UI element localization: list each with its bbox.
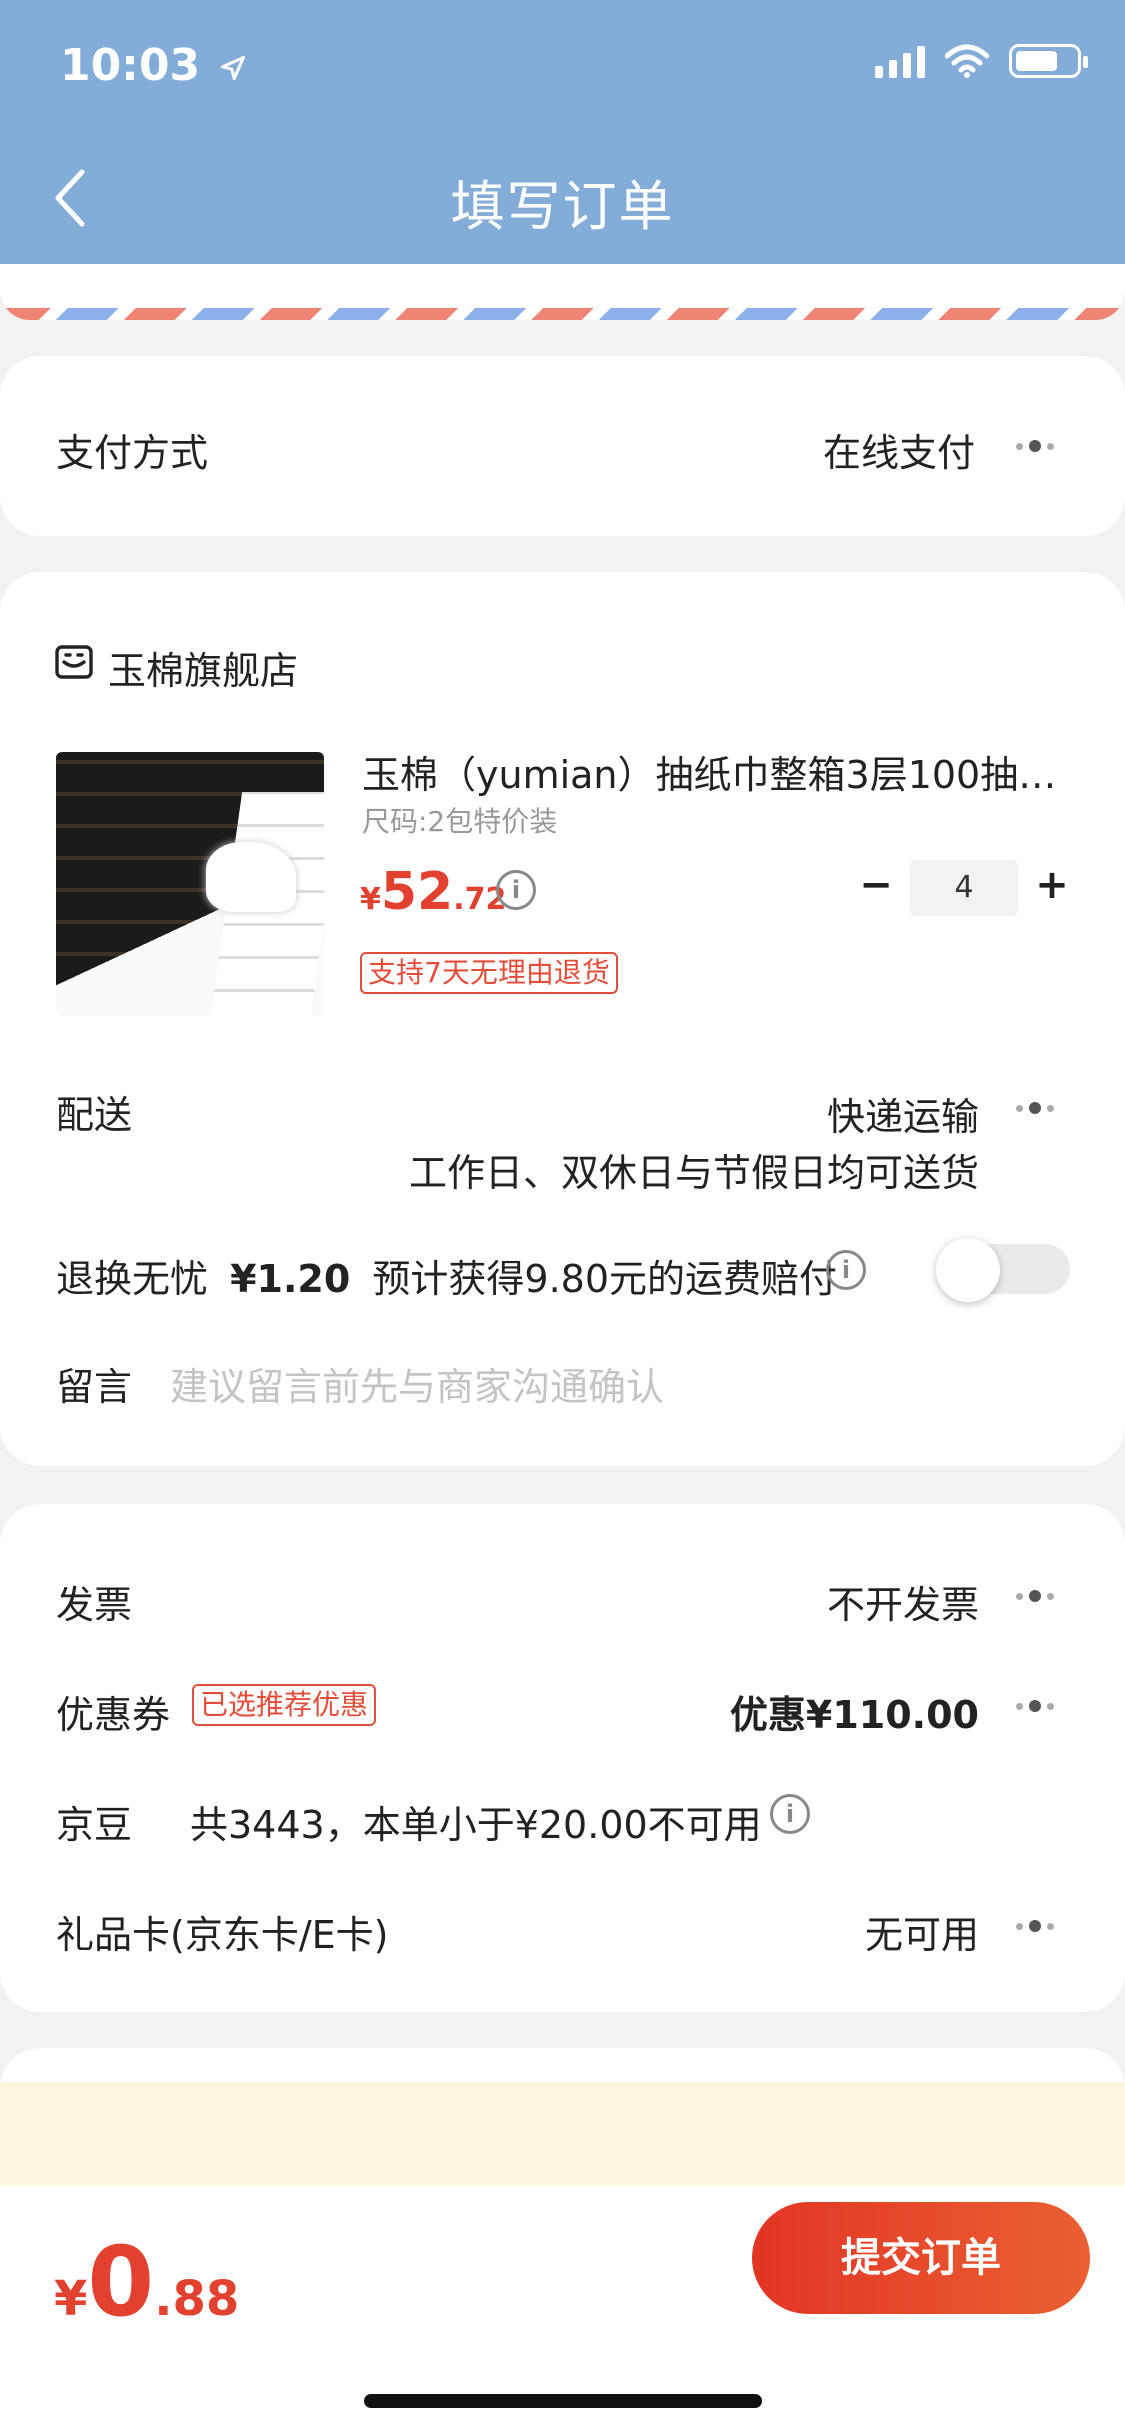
coupon-value[interactable]: 优惠¥110.00 (730, 1684, 979, 1739)
return-insurance-toggle[interactable] (936, 1238, 1070, 1302)
price-info-icon[interactable]: i (496, 870, 536, 910)
header: 10:03 填写订单 (0, 0, 1125, 264)
delivery-note: 工作日、双休日与节假日均可送货 (408, 1151, 979, 1195)
return-insurance-desc: 预计获得9.80元的运费赔付 (372, 1257, 838, 1301)
more-dots-icon[interactable] (1016, 1586, 1072, 1606)
coupon-tag: 已选推荐优惠 (192, 1684, 377, 1726)
shop-name[interactable]: 玉棉旗舰店 (108, 640, 298, 695)
status-time: 10:03 (60, 40, 247, 91)
payment-label: 支付方式 (56, 431, 209, 475)
quantity-plus-button[interactable]: + (1032, 862, 1072, 908)
shop-icon (55, 645, 93, 679)
product-spec: 尺码:2包特价装 (362, 805, 558, 838)
giftcard-value[interactable]: 无可用 (865, 1904, 979, 1959)
quantity-input[interactable]: 4 (910, 860, 1018, 916)
insurance-info-icon[interactable]: i (826, 1250, 866, 1290)
return-insurance-row: 退换无忧 ¥1.20 预计获得9.80元的运费赔付 (56, 1248, 837, 1303)
return-insurance-price: ¥1.20 (230, 1257, 351, 1301)
order-total: ¥0.88 (54, 2226, 239, 2338)
battery-icon (1009, 44, 1088, 78)
price-int: 52 (380, 862, 454, 922)
delivery-method[interactable]: 快递运输 (827, 1086, 979, 1141)
submit-order-button[interactable]: 提交订单 (752, 2202, 1090, 2314)
total-yen: ¥ (54, 2271, 88, 2327)
giftcard-label: 礼品卡(京东卡/E卡) (56, 1913, 389, 1957)
more-dots-icon[interactable] (1016, 1696, 1072, 1716)
more-dots-icon[interactable] (1016, 436, 1072, 456)
return-policy-tag: 支持7天无理由退货 (360, 952, 618, 994)
coupon-label: 优惠券 (56, 1693, 171, 1737)
payment-value: 在线支付 (822, 431, 975, 475)
address-card[interactable] (0, 264, 1125, 320)
jingdou-value: 共3443，本单小于¥20.00不可用 (190, 1803, 762, 1847)
product-price: ¥52.72 (360, 862, 506, 922)
total-int: 0 (87, 2226, 155, 2338)
price-yen: ¥ (360, 882, 381, 917)
quantity-minus-button[interactable]: − (856, 862, 896, 908)
signal-icon (875, 44, 925, 78)
message-input[interactable]: 建议留言前先与商家沟通确认 (170, 1356, 1050, 1411)
more-dots-icon[interactable] (1016, 1098, 1072, 1118)
status-icons (875, 44, 1088, 78)
product-image[interactable] (56, 752, 324, 1016)
invoice-value[interactable]: 不开发票 (827, 1574, 979, 1629)
return-insurance-label: 退换无忧 (56, 1257, 209, 1301)
status-time-text: 10:03 (60, 40, 201, 91)
jingdou-label: 京豆 (56, 1803, 133, 1847)
jingdou-info-icon[interactable]: i (770, 1794, 810, 1834)
message-label: 留言 (56, 1365, 133, 1409)
address-stripe (0, 308, 1125, 320)
payment-card[interactable]: 支付方式 在线支付 (0, 356, 1125, 536)
more-dots-icon[interactable] (1016, 1916, 1072, 1936)
page-title: 填写订单 (450, 175, 675, 238)
location-arrow-icon (221, 55, 246, 81)
invoice-label: 发票 (56, 1583, 133, 1627)
order-card: 玉棉旗舰店 (0, 572, 1125, 1466)
home-indicator (364, 2394, 762, 2408)
delivery-label: 配送 (56, 1093, 133, 1137)
wifi-icon (945, 44, 989, 78)
product-title[interactable]: 玉棉（yumian）抽纸巾整箱3层100抽… (362, 744, 1082, 799)
total-dec: .88 (154, 2271, 240, 2327)
notice-banner (0, 2082, 1125, 2192)
